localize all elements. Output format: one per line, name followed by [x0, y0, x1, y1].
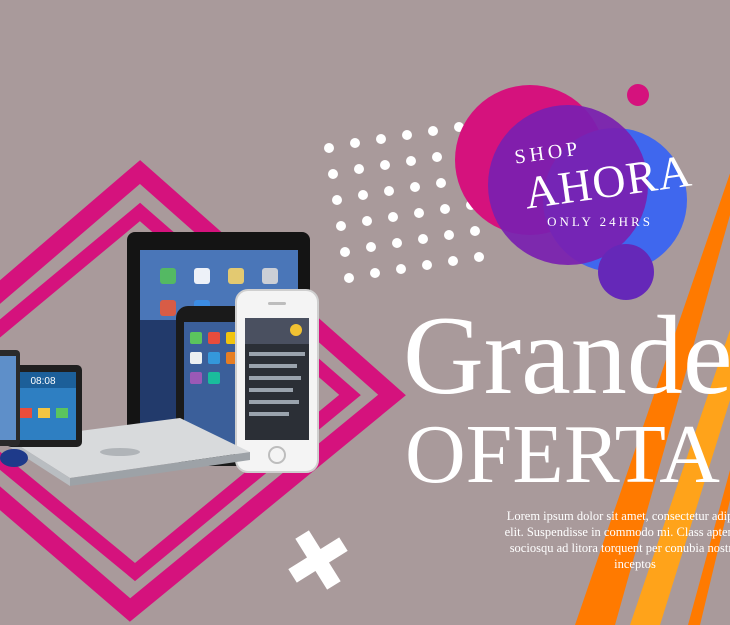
body-text: Lorem ipsum dolor sit amet, consectetur … — [470, 508, 730, 572]
body-text-line: elit. Suspendisse in commodo mi. Class a… — [504, 525, 730, 539]
body-text-line: inceptos — [614, 557, 656, 571]
body-text-line: Lorem ipsum dolor sit amet, consectetur … — [506, 509, 730, 523]
headline-oferta: OFERTA — [405, 408, 720, 501]
promo-banner: 08:08 SHOP AHORA ONLY 24HRS Grande OFERT… — [0, 0, 730, 625]
body-text-line: sociosqu ad litora torquent per conubia … — [509, 541, 730, 555]
badge-only-label: ONLY 24HRS — [547, 214, 653, 229]
badge-dot-magenta — [627, 84, 649, 106]
headline-grande: Grande — [403, 294, 730, 418]
badge-circle-purple-small — [598, 244, 654, 300]
